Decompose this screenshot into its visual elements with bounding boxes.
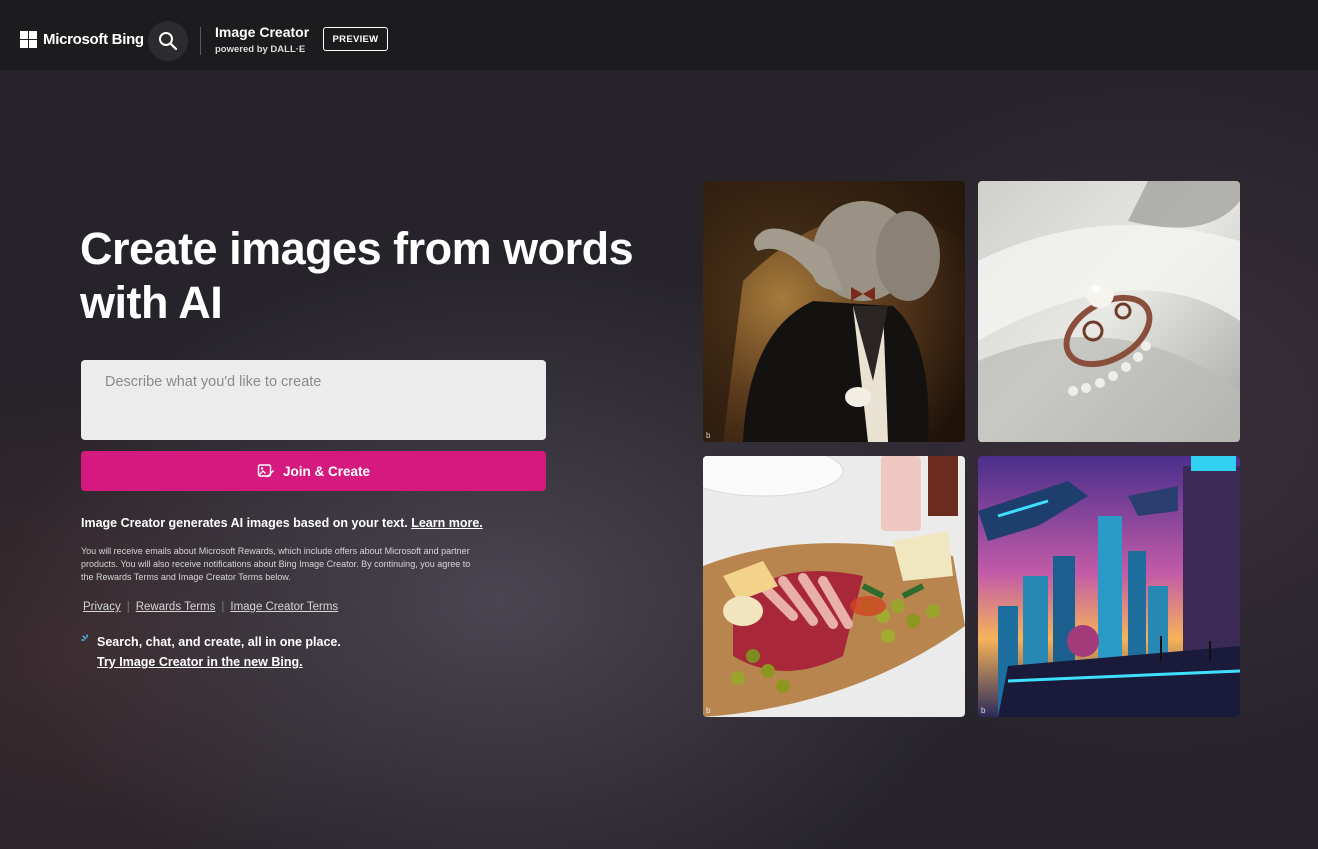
promo-text: Search, chat, and create, all in one pla… — [97, 635, 341, 649]
top-bar: Microsoft Bing Image Creator powered by … — [0, 0, 1318, 70]
learn-more-link[interactable]: Learn more. — [411, 516, 483, 530]
city-image — [978, 456, 1240, 717]
watermark-icon: b — [706, 706, 711, 715]
rewards-terms-link[interactable]: Rewards Terms — [136, 601, 216, 613]
create-image-icon — [257, 464, 274, 478]
create-button-label: Join & Create — [282, 463, 371, 479]
watermark-icon: b — [706, 431, 711, 440]
sparkle-icon — [81, 634, 88, 641]
header-divider — [200, 27, 201, 55]
info-text: Image Creator generates AI images based … — [81, 516, 483, 530]
watermark-icon: b — [981, 706, 986, 715]
elephant-image — [703, 181, 965, 442]
link-separator: | — [126, 601, 130, 613]
search-button[interactable] — [148, 21, 188, 61]
preview-badge: PREVIEW — [323, 27, 388, 51]
image-creator-terms-link[interactable]: Image Creator Terms — [230, 601, 338, 613]
page-title: Create images from words with AI — [80, 223, 634, 328]
prompt-input[interactable] — [81, 360, 546, 440]
gallery-image-ring[interactable] — [978, 181, 1240, 442]
disclaimer-text: You will receive emails about Microsoft … — [81, 546, 471, 582]
search-icon — [159, 32, 178, 51]
ring-image — [978, 181, 1240, 442]
bing-logo[interactable]: Microsoft Bing — [20, 31, 144, 48]
try-new-bing-link[interactable]: Try Image Creator in the new Bing. — [97, 655, 303, 669]
privacy-link[interactable]: Privacy — [83, 601, 121, 613]
join-and-create-button[interactable]: Join & Create — [81, 451, 546, 491]
gallery-image-charcuterie[interactable]: b — [703, 456, 965, 717]
footer-links: Privacy | Rewards Terms | Image Creator … — [83, 601, 338, 613]
product-subtitle: powered by DALL·E — [215, 44, 306, 55]
info-description: Image Creator generates AI images based … — [81, 516, 408, 530]
brand-name: Microsoft Bing — [43, 31, 144, 48]
product-title-block[interactable]: Image Creator powered by DALL·E — [215, 24, 309, 55]
charcuterie-image — [703, 456, 965, 717]
gallery-image-elephant[interactable]: b — [703, 181, 965, 442]
gallery-image-futuristic-city[interactable]: b — [978, 456, 1240, 717]
microsoft-logo-icon — [20, 31, 37, 48]
link-separator: | — [221, 601, 225, 613]
product-title: Image Creator — [215, 24, 310, 40]
